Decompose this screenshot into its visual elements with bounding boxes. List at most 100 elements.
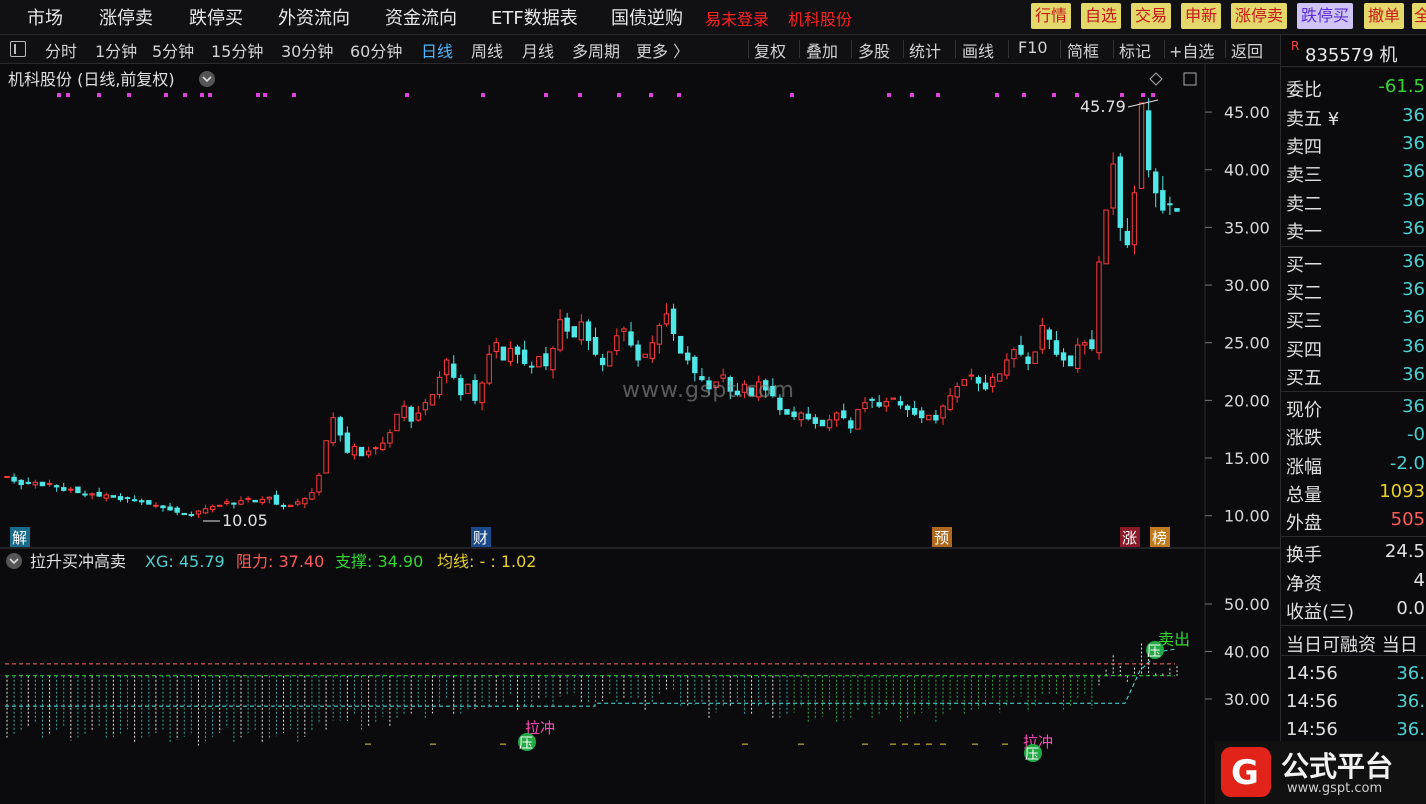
quote-row-value: 24.5: [1384, 541, 1425, 562]
quote-row[interactable]: 买一 36: [1281, 251, 1426, 279]
quote-row[interactable]: 涨跌 -0: [1281, 424, 1426, 452]
menu-limit-down-buy[interactable]: 跌停买: [189, 4, 243, 30]
menu-repo[interactable]: 国债逆购: [611, 4, 683, 30]
btn-limit-down-buy[interactable]: 跌停买: [1297, 3, 1354, 29]
candle-body: [273, 494, 280, 505]
price-tick-label: 40.00: [1224, 161, 1270, 180]
tool-simple-frame[interactable]: 简框: [1067, 38, 1099, 62]
chevron-down-icon[interactable]: [199, 71, 215, 87]
marker-limit-up[interactable]: 涨: [1122, 529, 1137, 547]
panel-toggle-icon[interactable]: [1183, 72, 1197, 86]
quote-row[interactable]: 买四 36: [1281, 336, 1426, 364]
candle-body: [919, 410, 925, 419]
menu-foreign-flow[interactable]: 外资流向: [278, 4, 350, 30]
menu-market[interactable]: 市场: [27, 4, 63, 30]
quote-row[interactable]: 卖一 36: [1281, 218, 1426, 246]
candle-body: [826, 419, 833, 429]
signal-dot: [887, 93, 891, 97]
btn-all[interactable]: 全: [1412, 3, 1426, 29]
period-30min[interactable]: 30分钟: [281, 38, 333, 62]
signal-dot: [164, 93, 168, 97]
quote-row[interactable]: 换手 24.5: [1281, 541, 1426, 569]
marker-unlock[interactable]: 解: [12, 529, 27, 547]
btn-limit-up-sell[interactable]: 涨停卖: [1231, 3, 1288, 29]
quote-row[interactable]: 卖五 ¥ 36: [1281, 105, 1426, 133]
tool-adjust[interactable]: 复权: [754, 38, 786, 62]
stock-code: 835579 机: [1305, 45, 1398, 66]
marker-forecast[interactable]: 预: [934, 529, 949, 547]
alert-stock[interactable]: 机科股份: [788, 6, 852, 30]
quote-row[interactable]: 买三 36: [1281, 307, 1426, 335]
period-60min[interactable]: 60分钟: [350, 38, 402, 62]
period-weekly[interactable]: 周线: [471, 38, 503, 62]
tool-add-watchlist[interactable]: +自选: [1169, 38, 1214, 62]
price-axis: 10.00 15.00 20.00 25.00 30.00 35.00 40.00 45.00: [1205, 103, 1270, 526]
candle-body: [621, 328, 627, 332]
period-1min[interactable]: 1分钟: [95, 38, 137, 62]
quote-row[interactable]: 卖三 36: [1281, 161, 1426, 189]
btn-trade[interactable]: 交易: [1131, 3, 1172, 29]
candle-body: [224, 501, 230, 504]
candle-body: [1110, 163, 1116, 209]
period-monthly[interactable]: 月线: [522, 38, 554, 62]
period-15min[interactable]: 15分钟: [211, 38, 263, 62]
candle-body: [500, 346, 507, 361]
quote-row[interactable]: 净资 4: [1281, 570, 1426, 598]
tool-mark[interactable]: 标记: [1119, 38, 1151, 62]
quote-row-label: 14:56: [1286, 691, 1338, 712]
quote-row[interactable]: 总量 1093: [1281, 481, 1426, 509]
signal-dot: [677, 93, 681, 97]
quote-row[interactable]: 涨幅 -2.0: [1281, 453, 1426, 481]
menu-fund-flow[interactable]: 资金流向: [385, 4, 457, 30]
diamond-icon[interactable]: [1149, 72, 1163, 86]
candle-body: [607, 351, 613, 367]
candle-body: [1082, 342, 1088, 346]
btn-ipo[interactable]: 申新: [1181, 3, 1222, 29]
candle-body: [486, 353, 492, 384]
indicator-chevron-icon[interactable]: [6, 553, 22, 569]
candle-body: [628, 331, 634, 346]
candle-body: [982, 382, 989, 390]
indicator-bars: [6, 643, 1178, 746]
tool-f10[interactable]: F10: [1018, 38, 1048, 57]
quote-row[interactable]: 收益(三) 0.0: [1281, 598, 1426, 626]
quote-row[interactable]: 现价 36: [1281, 396, 1426, 424]
tool-draw[interactable]: 画线: [962, 38, 994, 62]
period-timeshare[interactable]: 分时: [45, 38, 77, 62]
quote-row-value: 36.: [1396, 719, 1425, 740]
candle-body: [231, 502, 237, 505]
period-multi[interactable]: 多周期: [572, 38, 620, 62]
tool-overlay[interactable]: 叠加: [806, 38, 838, 62]
tool-stats[interactable]: 统计: [909, 38, 941, 62]
quote-row[interactable]: 14:56 36.: [1281, 691, 1426, 719]
quote-row[interactable]: 外盘 505: [1281, 509, 1426, 537]
login-alert[interactable]: 易未登录: [705, 6, 769, 30]
quote-row[interactable]: 14:56 36.: [1281, 663, 1426, 691]
period-daily[interactable]: 日线: [421, 38, 453, 62]
tool-back[interactable]: 返回: [1231, 38, 1263, 62]
quote-row[interactable]: 卖四 36: [1281, 133, 1426, 161]
period-more[interactable]: 更多 〉: [636, 38, 689, 62]
price-tick-label: 15.00: [1224, 449, 1270, 468]
candle-body: [429, 394, 436, 406]
quote-row[interactable]: 委比 -61.5: [1281, 76, 1426, 104]
btn-cancel-order[interactable]: 撤单: [1364, 3, 1405, 29]
marker-rank[interactable]: 榜: [1152, 529, 1167, 547]
quote-row[interactable]: 买五 36: [1281, 364, 1426, 392]
candle-body: [1167, 203, 1173, 206]
menu-etf-table[interactable]: ETF数据表: [491, 4, 578, 30]
btn-quote[interactable]: 行情: [1031, 3, 1072, 29]
candle-body: [146, 500, 152, 505]
logo-url: www.gspt.com: [1287, 781, 1383, 796]
candle-body: [571, 326, 577, 338]
period-5min[interactable]: 5分钟: [152, 38, 194, 62]
quote-row[interactable]: 卖二 36: [1281, 190, 1426, 218]
main-chart-area[interactable]: 10.00 15.00 20.00 25.00 30.00 35.00 40.00 45.00…: [0, 63, 1280, 804]
marker-finance[interactable]: 财: [473, 529, 488, 547]
sidebar-toggle-icon[interactable]: [10, 41, 26, 57]
quote-row[interactable]: 买二 36: [1281, 279, 1426, 307]
btn-watchlist[interactable]: 自选: [1081, 3, 1122, 29]
candle-body: [1032, 351, 1038, 364]
tool-multi-stock[interactable]: 多股: [858, 38, 890, 62]
menu-limit-up-sell[interactable]: 涨停卖: [99, 4, 153, 30]
